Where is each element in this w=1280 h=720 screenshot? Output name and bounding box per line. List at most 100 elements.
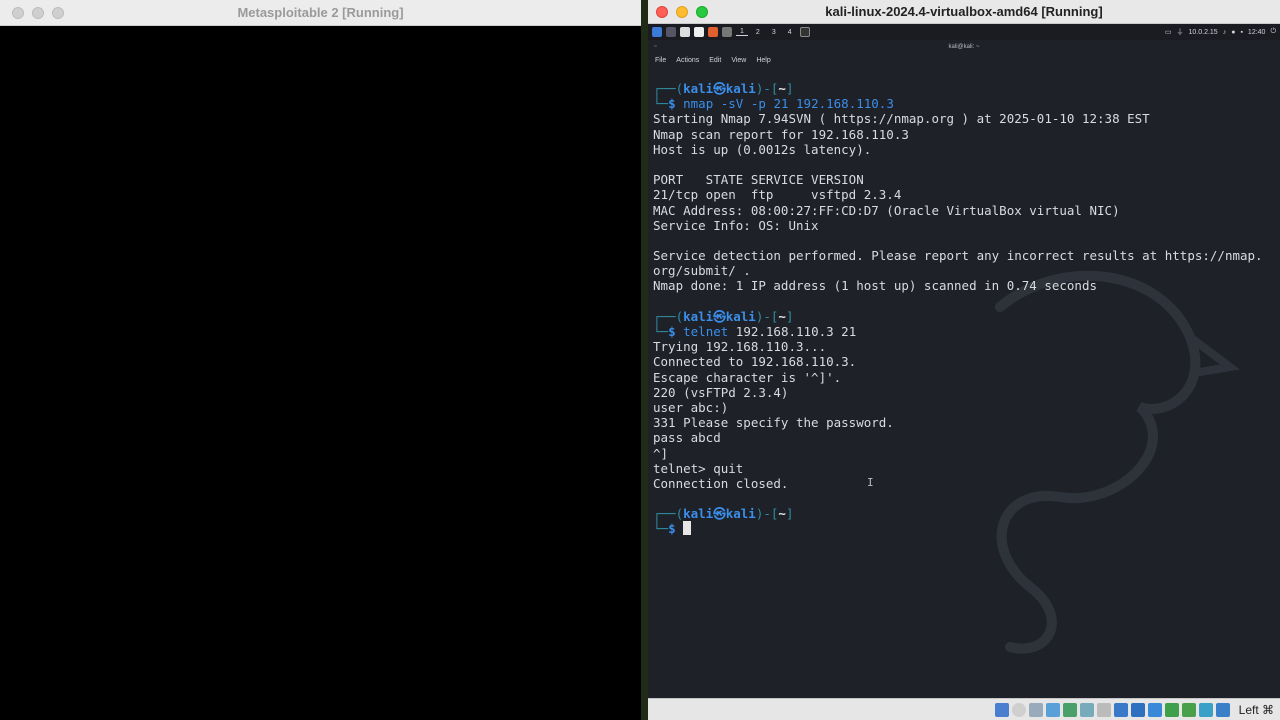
menu-actions[interactable]: Actions: [676, 57, 699, 64]
terminal-output-text: Escape character is '^]'.: [653, 369, 842, 385]
terminal-output-text: MAC Address: 08:00:27:FF:CD:D7 (Oracle V…: [653, 202, 1120, 218]
workspace-2[interactable]: 2: [752, 29, 764, 36]
terminal-line: ^]: [653, 446, 1276, 461]
virtualbox-statusbar: Left ⌘: [648, 698, 1280, 720]
hard-disk-icon[interactable]: [994, 702, 1009, 717]
window-controls: [12, 7, 64, 19]
ip-address: 10.0.2.15: [1188, 28, 1218, 36]
metasploitable-titlebar[interactable]: Metasploitable 2 [Running]: [0, 0, 641, 26]
host-key-indicator: Left ⌘: [1238, 702, 1274, 717]
terminal-line: ┌──(kali㉿kali)-[~]: [653, 506, 794, 522]
zoom-button[interactable]: [52, 7, 64, 19]
display-icon[interactable]: [1113, 702, 1128, 717]
volume-icon[interactable]: ♪: [1223, 29, 1227, 36]
capture-icon[interactable]: [1096, 702, 1111, 717]
terminal-output-text: Nmap scan report for 192.168.110.3: [653, 126, 909, 142]
terminal-output-text: Starting Nmap 7.94SVN ( https://nmap.org…: [653, 111, 1150, 127]
app-icon[interactable]: [722, 27, 732, 37]
menu-help[interactable]: Help: [756, 57, 770, 64]
terminal-output-text: 21/tcp open ftp vsftpd 2.3.4: [653, 187, 902, 203]
terminal-line: user abc:): [653, 400, 1276, 415]
recording-icon[interactable]: [1130, 702, 1145, 717]
terminal-task-icon[interactable]: [799, 27, 810, 37]
keyboard-icon[interactable]: [1181, 702, 1196, 717]
workspace-3[interactable]: 3: [768, 29, 780, 36]
terminal-line: └─$ nmap -sV -p 21 192.168.110.3: [653, 96, 894, 112]
terminal-line: Nmap done: 1 IP address (1 host up) scan…: [653, 278, 1276, 293]
power-icon[interactable]: ⏻: [1270, 28, 1276, 36]
terminal-output[interactable]: ┌──(kali㉿kali)-[~] └─$ nmap -sV -p 21 192…: [648, 67, 1280, 698]
workspace-4[interactable]: 4: [784, 29, 796, 36]
arrow-icon[interactable]: [1215, 702, 1230, 717]
metasploitable-window: Metasploitable 2 [Running]: [0, 0, 641, 720]
firefox-icon[interactable]: [708, 27, 718, 37]
terminal-lines: ┌──(kali㉿kali)-[~] └─$ nmap -sV -p 21 192…: [653, 81, 1276, 537]
terminal-menubar: File Actions Edit View Help: [648, 53, 1280, 67]
terminal-launcher-icon[interactable]: [694, 27, 704, 37]
terminal-output-text: Service detection performed. Please repo…: [653, 248, 1263, 264]
minimize-button[interactable]: [32, 7, 44, 19]
terminal-line: Service Info: OS: Unix: [653, 218, 1276, 233]
terminal-output-text: Nmap done: 1 IP address (1 host up) scan…: [653, 278, 1098, 294]
menu-view[interactable]: View: [731, 57, 746, 64]
menu-edit[interactable]: Edit: [709, 57, 721, 64]
terminal-output-text: user abc:): [653, 399, 729, 415]
terminal-output-text: telnet> quit: [653, 460, 744, 476]
terminal-output-text: 331 Please specify the password.: [653, 415, 894, 431]
kali-menu-icon[interactable]: [652, 27, 662, 37]
terminal-line: ┌──(kali㉿kali)-[~]: [653, 308, 794, 324]
menu-file[interactable]: File: [655, 57, 666, 64]
terminal-line: Connected to 192.168.110.3.: [653, 354, 1276, 369]
show-desktop-icon[interactable]: [666, 27, 676, 37]
file-manager-icon[interactable]: [680, 27, 690, 37]
minimize-button[interactable]: [676, 6, 688, 18]
network-adapter-icon[interactable]: [1045, 702, 1060, 717]
shared-folders-icon[interactable]: [1079, 702, 1094, 717]
cpu-icon[interactable]: [1147, 702, 1162, 717]
close-button[interactable]: [656, 6, 668, 18]
terminal-line: Trying 192.168.110.3...: [653, 339, 1276, 354]
vm-screen[interactable]: [7, 26, 641, 720]
terminal-output-text: Connected to 192.168.110.3.: [653, 354, 857, 370]
terminal-output-text: Connection closed.: [653, 475, 789, 491]
notification-icon[interactable]: ●: [1231, 29, 1235, 36]
terminal-line: pass abcd: [653, 430, 1276, 445]
terminal-line: MAC Address: 08:00:27:FF:CD:D7 (Oracle V…: [653, 203, 1276, 218]
terminal-output-text: Service Info: OS: Unix: [653, 217, 819, 233]
terminal-titlebar[interactable]: ▫ kali@kali: ~: [648, 40, 1280, 53]
text-cursor-icon: I: [867, 476, 874, 489]
audio-icon[interactable]: [1028, 702, 1043, 717]
zoom-button[interactable]: [696, 6, 708, 18]
terminal-line: 220 (vsFTPd 2.3.4): [653, 385, 1276, 400]
workspace-1[interactable]: 1: [736, 28, 748, 36]
terminal-line: org/submit/ .: [653, 263, 1276, 278]
terminal-line: └─$: [653, 521, 1276, 536]
terminal-output-text: org/submit/ .: [653, 263, 751, 279]
optical-drive-icon[interactable]: [1011, 702, 1026, 717]
screen-icon[interactable]: ▭: [1165, 28, 1172, 36]
terminal-line: Service detection performed. Please repo…: [653, 248, 1276, 263]
lock-icon[interactable]: ▪: [1240, 29, 1242, 36]
terminal-line: Starting Nmap 7.94SVN ( https://nmap.org…: [653, 111, 1276, 126]
terminal-output-text: 220 (vsFTPd 2.3.4): [653, 384, 789, 400]
terminal-cursor: [683, 521, 692, 536]
terminal-line: └─$ telnet 192.168.110.3 21: [653, 324, 857, 339]
guest-additions-icon[interactable]: [1198, 702, 1213, 717]
usb-icon[interactable]: [1062, 702, 1077, 717]
mouse-integration-icon[interactable]: [1164, 702, 1179, 717]
terminal-line: Nmap scan report for 192.168.110.3: [653, 127, 1276, 142]
kali-window: kali-linux-2024.4-virtualbox-amd64 [Runn…: [648, 0, 1280, 720]
terminal-line: ┌──(kali㉿kali)-[~]: [653, 81, 794, 96]
terminal-line: telnet> quit: [653, 461, 1276, 476]
terminal-line: Host is up (0.0012s latency).: [653, 142, 1276, 157]
terminal-line: Escape character is '^]'.: [653, 370, 1276, 385]
kali-titlebar[interactable]: kali-linux-2024.4-virtualbox-amd64 [Runn…: [648, 0, 1280, 24]
terminal-window-title: kali@kali: ~: [948, 43, 980, 50]
terminal-line: Connection closed.: [653, 476, 1276, 491]
network-icon[interactable]: ⏚: [1177, 27, 1184, 37]
clock: 12:40: [1247, 28, 1266, 36]
close-button[interactable]: [12, 7, 24, 19]
